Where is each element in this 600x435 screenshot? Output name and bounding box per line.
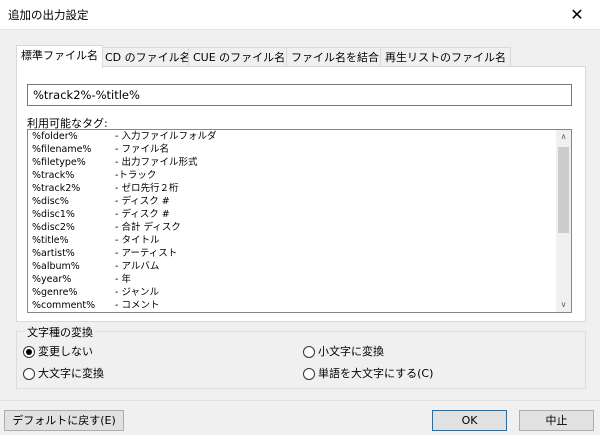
tag-name: %album% bbox=[32, 261, 80, 272]
dialog-footer: デフォルトに戻す(E) OK 中止 bbox=[0, 400, 600, 435]
tag-name: %disc2% bbox=[32, 222, 75, 233]
tag-description: - ゼロ先行２桁 bbox=[115, 183, 179, 194]
radio-unchecked-icon bbox=[303, 346, 315, 358]
tag-name: %disc1% bbox=[32, 209, 75, 220]
tag-description: - 年 bbox=[115, 274, 131, 285]
tag-description: - 出力ファイル形式 bbox=[115, 157, 198, 168]
tag-description: - 合計 ディスク bbox=[115, 222, 181, 233]
ok-button[interactable]: OK bbox=[432, 410, 507, 431]
tag-description: - アーティスト bbox=[115, 248, 178, 259]
tag-description: - ディスク # bbox=[115, 209, 170, 220]
window-title: 追加の出力設定 bbox=[8, 8, 89, 22]
radio-unchecked-icon bbox=[23, 368, 35, 380]
radio-unchecked-icon bbox=[303, 368, 315, 380]
radio-checked-icon bbox=[23, 346, 35, 358]
tag-name: %comment% bbox=[32, 300, 96, 311]
tag-description: - ジャンル bbox=[115, 287, 159, 298]
tag-name: %genre% bbox=[32, 287, 78, 298]
reset-default-button[interactable]: デフォルトに戻す(E) bbox=[4, 410, 124, 431]
tag-description: - ファイル名 bbox=[115, 144, 169, 155]
tag-description: - アルバム bbox=[115, 261, 160, 272]
tag-name: %year% bbox=[32, 274, 72, 285]
tag-name: %filetype% bbox=[32, 157, 86, 168]
close-icon[interactable]: ✕ bbox=[554, 0, 600, 30]
scroll-down-icon[interactable]: ∨ bbox=[556, 298, 571, 312]
cancel-button[interactable]: 中止 bbox=[519, 410, 594, 431]
tag-name: %track2% bbox=[32, 183, 81, 194]
tab-join-filename[interactable]: ファイル名を結合 bbox=[286, 47, 384, 67]
tags-scrollbar[interactable]: ∧ ∨ bbox=[556, 130, 571, 312]
tag-name: %track% bbox=[32, 170, 75, 181]
title-bar: 追加の出力設定 ✕ bbox=[0, 0, 600, 30]
available-tags-list[interactable]: %folder% - 入力ファイルフォルダ %filename% - ファイル名… bbox=[27, 129, 572, 313]
tab-playlist-filename[interactable]: 再生リストのファイル名 bbox=[380, 47, 511, 67]
tag-name: %filename% bbox=[32, 144, 92, 155]
case-conversion-group: 文字種の変換 変更しない 小文字に変換 大文字に変換 単語を大文字にする(C) bbox=[16, 324, 586, 389]
tag-name: %artist% bbox=[32, 248, 75, 259]
tag-description: - ディスク # bbox=[115, 196, 170, 207]
scroll-up-icon[interactable]: ∧ bbox=[556, 130, 571, 144]
tag-description: - コメント bbox=[115, 300, 160, 311]
filename-format-input[interactable]: %track2%-%title% bbox=[27, 84, 572, 106]
scrollbar-thumb[interactable] bbox=[558, 147, 569, 233]
tag-description: - 入力ファイルフォルダ bbox=[115, 131, 217, 142]
case-conversion-label: 文字種の変換 bbox=[25, 324, 95, 340]
tab-panel: %track2%-%title% 利用可能なタグ: %folder% - 入力フ… bbox=[16, 66, 586, 322]
tab-standard-filename[interactable]: 標準ファイル名 bbox=[16, 45, 103, 68]
tag-name: %disc% bbox=[32, 196, 69, 207]
tag-name: %folder% bbox=[32, 131, 78, 142]
tab-cd-filename[interactable]: CD のファイル名 bbox=[100, 47, 196, 67]
tag-description: - タイトル bbox=[115, 235, 160, 246]
tag-name: %title% bbox=[32, 235, 69, 246]
tab-cue-filename[interactable]: CUE のファイル名 bbox=[188, 47, 291, 67]
tag-description: -トラック bbox=[115, 170, 157, 181]
